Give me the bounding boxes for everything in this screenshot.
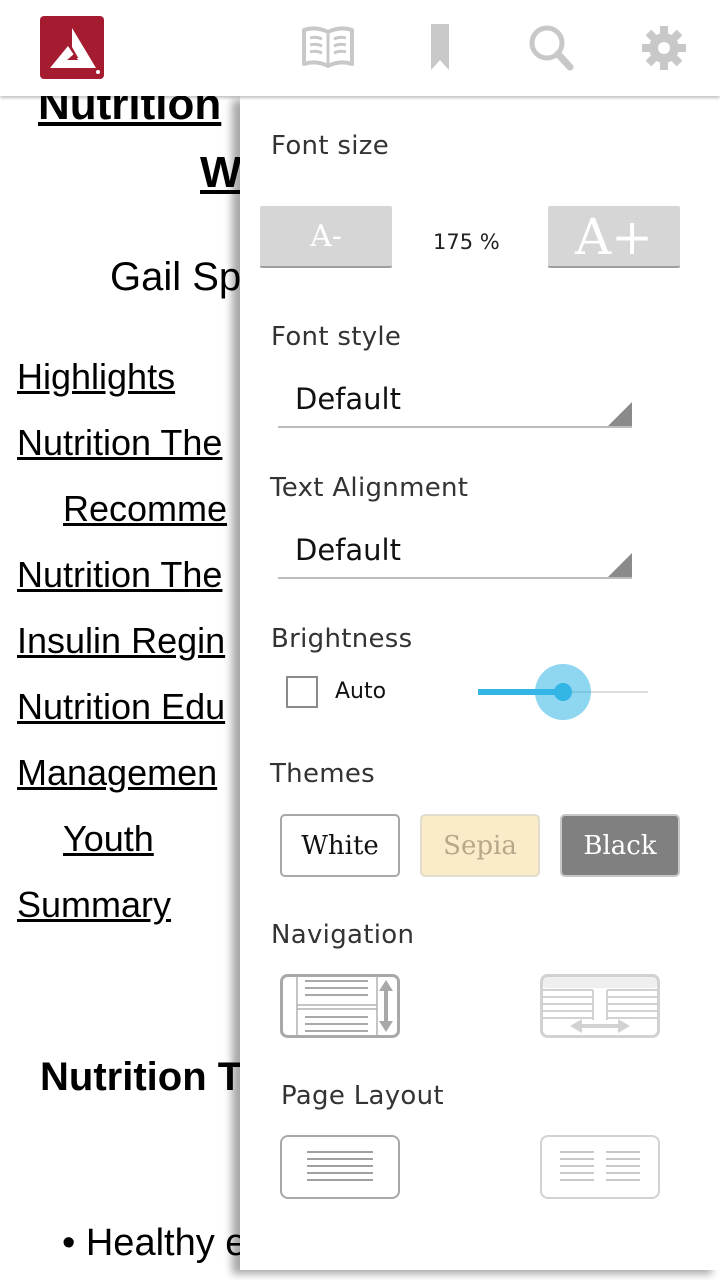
toc-button[interactable] <box>300 20 356 76</box>
navigation-vertical-scroll-button[interactable] <box>280 974 400 1038</box>
toc-link[interactable]: Highlights <box>17 356 175 398</box>
layout-two-column-button[interactable] <box>540 1135 660 1199</box>
auto-brightness-label: Auto <box>335 679 387 704</box>
section-heading: Nutrition T <box>40 1055 243 1099</box>
two-column-icon <box>540 1135 660 1199</box>
settings-button[interactable] <box>636 20 692 76</box>
toc-link[interactable]: Recomme <box>63 488 227 530</box>
toc-link[interactable]: Youth <box>63 818 154 860</box>
toc-link[interactable]: Nutrition The <box>17 422 222 464</box>
search-icon <box>529 25 574 71</box>
single-column-icon <box>280 1135 400 1199</box>
font-size-label: Font size <box>271 131 389 161</box>
text-alignment-selected: Default <box>295 533 401 567</box>
page-layout-label: Page Layout <box>281 1081 444 1111</box>
toc-link[interactable]: Insulin Regin <box>17 620 225 662</box>
reading-settings-panel: Font size A- 175 % A+ Font style Default… <box>240 96 720 1270</box>
bullet-item: • Healthy e <box>62 1222 247 1264</box>
theme-sepia-button[interactable]: Sepia <box>420 814 540 877</box>
app-logo[interactable] <box>40 16 104 79</box>
increase-font-button[interactable]: A+ <box>548 206 680 268</box>
layout-single-column-button[interactable] <box>280 1135 400 1199</box>
top-toolbar <box>0 0 720 96</box>
toc-link[interactable]: Nutrition The <box>17 554 222 596</box>
theme-black-button[interactable]: Black <box>560 814 680 877</box>
text-alignment-dropdown[interactable]: Default <box>278 527 632 579</box>
font-style-selected: Default <box>295 382 401 416</box>
navigation-horizontal-paging-button[interactable] <box>540 974 660 1038</box>
font-style-label: Font style <box>271 322 402 352</box>
font-size-value: 175 % <box>433 230 500 254</box>
font-style-dropdown[interactable]: Default <box>278 376 632 428</box>
toc-link[interactable]: Nutrition Edu <box>17 686 225 728</box>
open-book-icon <box>302 26 354 68</box>
dropdown-arrow-icon <box>608 402 632 426</box>
toc-link[interactable]: Summary <box>17 884 171 926</box>
book-title-line2: W <box>200 148 242 197</box>
text-alignment-label: Text Alignment <box>270 473 469 503</box>
themes-label: Themes <box>270 759 376 789</box>
theme-white-button[interactable]: White <box>280 814 400 877</box>
slider-thumb[interactable] <box>554 683 572 701</box>
vertical-scroll-icon <box>280 974 400 1038</box>
toc-link[interactable]: Managemen <box>17 752 217 794</box>
bookmark-icon <box>431 24 449 70</box>
auto-brightness-checkbox[interactable] <box>286 676 318 708</box>
gear-icon <box>642 26 686 70</box>
dropdown-arrow-icon <box>608 553 632 577</box>
decrease-font-button[interactable]: A- <box>260 206 392 268</box>
bookmark-button[interactable] <box>412 20 468 76</box>
search-button[interactable] <box>524 20 580 76</box>
horizontal-paging-icon <box>540 974 660 1038</box>
navigation-label: Navigation <box>271 920 415 950</box>
brightness-label: Brightness <box>271 624 413 654</box>
book-author: Gail Sp <box>110 255 242 299</box>
logo-icon <box>50 28 100 74</box>
brightness-slider[interactable] <box>478 662 648 722</box>
